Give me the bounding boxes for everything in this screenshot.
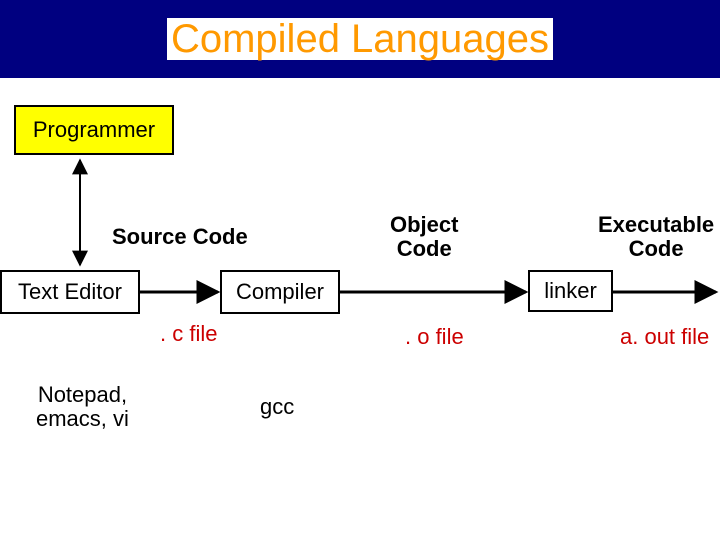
page-title: Compiled Languages	[167, 18, 553, 60]
linker-label: linker	[544, 278, 597, 304]
title-band: Compiled Languages	[0, 0, 720, 78]
compiler-box: Compiler	[220, 270, 340, 314]
programmer-box: Programmer	[14, 105, 174, 155]
executable-code-label: Executable Code	[598, 213, 714, 261]
linker-box: linker	[528, 270, 613, 312]
object-code-label: Object Code	[390, 213, 458, 261]
text-editor-box: Text Editor	[0, 270, 140, 314]
o-file-label: . o file	[405, 325, 464, 349]
compiler-label: Compiler	[236, 279, 324, 305]
programmer-label: Programmer	[33, 117, 155, 143]
compiler-example-label: gcc	[260, 395, 294, 419]
editors-example-label: Notepad, emacs, vi	[36, 383, 129, 431]
out-file-label: a. out file	[620, 325, 709, 349]
text-editor-label: Text Editor	[18, 279, 122, 305]
source-code-label: Source Code	[112, 225, 248, 249]
c-file-label: . c file	[160, 322, 217, 346]
